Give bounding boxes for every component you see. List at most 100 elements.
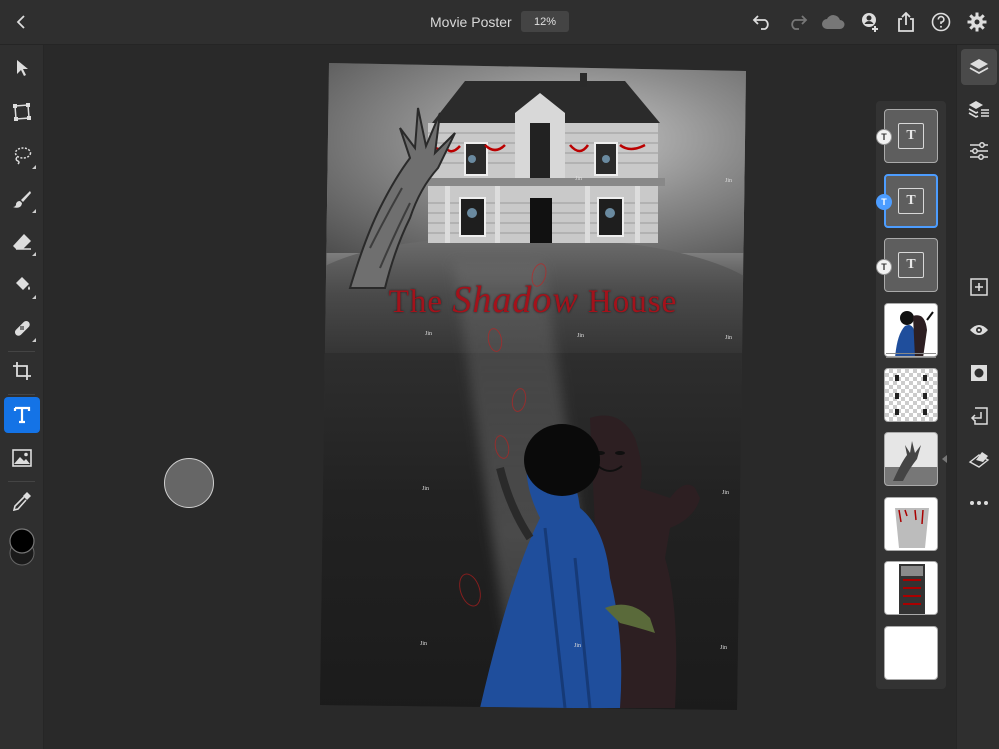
layer-tree-hand[interactable] bbox=[884, 432, 938, 486]
help-button[interactable] bbox=[929, 10, 953, 34]
submenu-indicator-icon bbox=[32, 338, 36, 342]
layer-background[interactable] bbox=[884, 626, 938, 680]
undo-button[interactable] bbox=[750, 10, 774, 34]
watermark-text: Jin bbox=[722, 490, 730, 496]
eraser-tool[interactable] bbox=[4, 224, 40, 260]
layers-button[interactable] bbox=[961, 49, 997, 85]
text-layer-badge: T bbox=[876, 194, 892, 210]
color-swatch[interactable] bbox=[4, 525, 40, 571]
merge-down-button[interactable] bbox=[961, 398, 997, 434]
top-bar: Movie Poster 12% bbox=[0, 0, 999, 45]
watermark-text: Jin bbox=[577, 333, 585, 339]
redo-button[interactable] bbox=[786, 10, 810, 34]
visibility-button[interactable] bbox=[961, 312, 997, 348]
submenu-indicator-icon bbox=[32, 165, 36, 169]
healing-tool[interactable] bbox=[4, 310, 40, 346]
adjustments-button[interactable] bbox=[961, 133, 997, 169]
eraser-layer-icon bbox=[968, 452, 990, 468]
transform-tool[interactable] bbox=[4, 94, 40, 130]
figures-image bbox=[480, 415, 700, 708]
text-layer-badge: T bbox=[876, 129, 892, 145]
layer-group-divider bbox=[886, 353, 936, 354]
layer-blood-drips-thumbnail bbox=[885, 498, 937, 550]
layer-house-thumbnail bbox=[885, 562, 937, 614]
layer-text-3[interactable]: T bbox=[884, 238, 938, 292]
sliders-icon bbox=[970, 142, 988, 160]
layer-properties-button[interactable] bbox=[961, 91, 997, 127]
cloud-button[interactable] bbox=[821, 10, 845, 34]
watermark-text: Jin bbox=[720, 645, 728, 651]
eyedropper-tool[interactable] bbox=[4, 483, 40, 519]
clear-layer-button[interactable] bbox=[961, 441, 997, 477]
text-layer-icon: T bbox=[898, 188, 924, 214]
settings-button[interactable] bbox=[965, 10, 989, 34]
layer-tree-hand-thumbnail bbox=[885, 433, 937, 485]
watermark-text: Jin bbox=[725, 335, 733, 341]
chevron-left-icon bbox=[16, 15, 25, 29]
lasso-tool[interactable] bbox=[4, 137, 40, 173]
poster-artwork[interactable]: The Shadow House Jin Jin Jin Jin Jin Jin… bbox=[320, 63, 746, 710]
crop-icon bbox=[13, 362, 31, 380]
cloud-icon bbox=[822, 15, 845, 29]
watermark-text: Jin bbox=[574, 643, 582, 649]
watermark-text: Jin bbox=[425, 331, 433, 337]
invite-user-icon bbox=[862, 13, 878, 32]
merge-down-icon bbox=[970, 407, 988, 425]
brush-cursor bbox=[164, 458, 214, 508]
layer-footprints-thumbnail bbox=[895, 375, 927, 415]
back-button[interactable] bbox=[10, 10, 34, 34]
undo-icon bbox=[752, 15, 769, 30]
image-tool[interactable] bbox=[4, 440, 40, 476]
select-tool[interactable] bbox=[4, 50, 40, 86]
submenu-indicator-icon bbox=[32, 295, 36, 299]
image-icon bbox=[12, 449, 32, 467]
help-icon bbox=[931, 12, 951, 32]
layer-properties-icon bbox=[968, 101, 989, 118]
ellipsis-icon bbox=[970, 501, 988, 505]
panel-resize-handle[interactable] bbox=[942, 455, 947, 463]
type-icon bbox=[13, 406, 31, 424]
layers-panel: T T T T T T bbox=[876, 101, 946, 689]
watermark-text: Jin bbox=[725, 178, 733, 184]
zoom-level[interactable]: 12% bbox=[521, 11, 569, 32]
eyedropper-icon bbox=[12, 492, 31, 511]
watermark-text: Jin bbox=[422, 486, 430, 492]
share-icon bbox=[898, 12, 914, 32]
layer-figures-thumbnail bbox=[885, 304, 937, 356]
mask-icon bbox=[971, 365, 987, 381]
lasso-icon bbox=[14, 147, 32, 165]
crop-tool[interactable] bbox=[4, 353, 40, 389]
add-layer-button[interactable] bbox=[961, 269, 997, 305]
layer-blood-drips[interactable] bbox=[884, 497, 938, 551]
brush-icon bbox=[13, 191, 31, 208]
layer-figures[interactable] bbox=[884, 303, 938, 357]
title-word-shadow: Shadow bbox=[452, 279, 579, 321]
document-title[interactable]: Movie Poster bbox=[430, 14, 512, 30]
toolbar-divider bbox=[8, 351, 35, 352]
color-swatch-icon bbox=[9, 528, 35, 566]
type-tool[interactable] bbox=[4, 397, 40, 433]
left-toolbar bbox=[0, 45, 44, 749]
title-word-the: The bbox=[388, 284, 444, 320]
gear-icon bbox=[967, 12, 987, 32]
mask-button[interactable] bbox=[961, 355, 997, 391]
share-button[interactable] bbox=[894, 10, 918, 34]
brush-tool[interactable] bbox=[4, 181, 40, 217]
transform-icon bbox=[13, 103, 31, 121]
more-options-button[interactable] bbox=[961, 485, 997, 521]
layer-text-2[interactable]: T bbox=[884, 174, 938, 228]
layer-footprints[interactable] bbox=[884, 368, 938, 422]
layer-text-1[interactable]: T bbox=[884, 109, 938, 163]
layer-house[interactable] bbox=[884, 561, 938, 615]
text-layer-icon: T bbox=[898, 123, 924, 149]
redo-icon bbox=[791, 15, 808, 30]
invite-button[interactable] bbox=[858, 10, 882, 34]
submenu-indicator-icon bbox=[32, 252, 36, 256]
layers-icon bbox=[969, 59, 989, 75]
arrow-pointer-icon bbox=[17, 60, 28, 76]
paint-bucket-icon bbox=[16, 277, 30, 290]
eraser-icon bbox=[13, 234, 31, 250]
fill-tool[interactable] bbox=[4, 267, 40, 303]
layer-group-divider bbox=[886, 357, 936, 358]
text-layer-badge: T bbox=[876, 259, 892, 275]
